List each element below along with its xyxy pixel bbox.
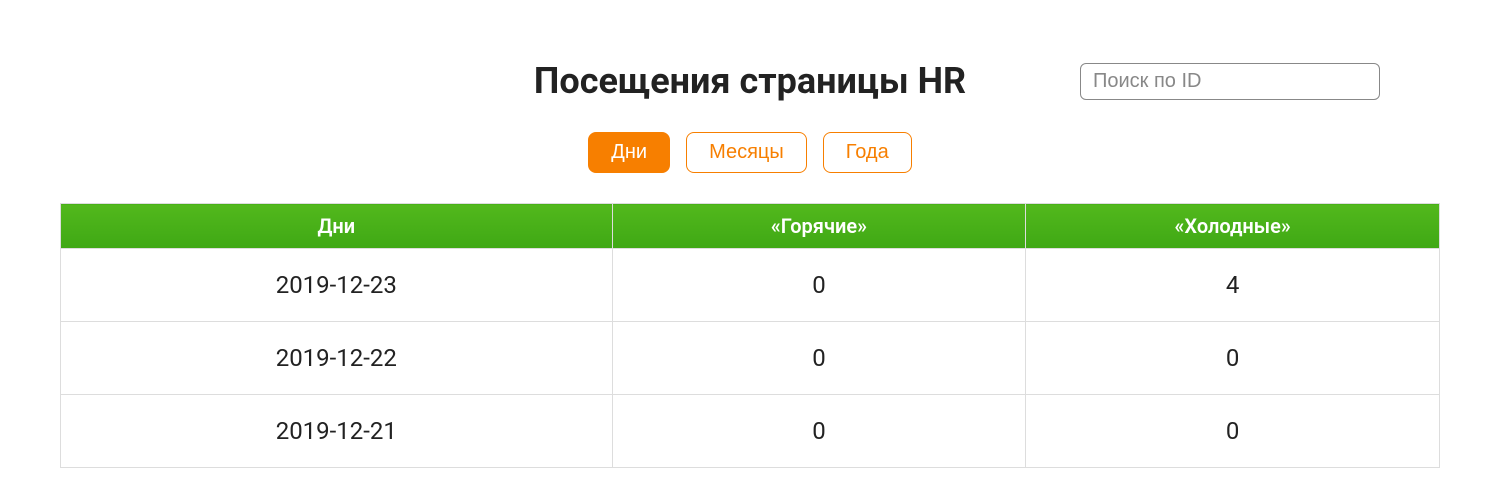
tab-years[interactable]: Года: [823, 132, 912, 173]
cell-hot: 0: [612, 322, 1026, 395]
period-tabs: Дни Месяцы Года: [60, 132, 1440, 173]
header-row: Посещения страницы HR: [60, 60, 1440, 102]
table-header-row: Дни «Горячие» «Холодные»: [61, 204, 1440, 249]
visits-table: Дни «Горячие» «Холодные» 2019-12-23 0 4 …: [60, 203, 1440, 468]
table-header-date: Дни: [61, 204, 613, 249]
cell-date: 2019-12-22: [61, 322, 613, 395]
table-header-cold: «Холодные»: [1026, 204, 1440, 249]
cell-hot: 0: [612, 249, 1026, 322]
table-header-hot: «Горячие»: [612, 204, 1026, 249]
cell-date: 2019-12-23: [61, 249, 613, 322]
cell-cold: 4: [1026, 249, 1440, 322]
tab-months[interactable]: Месяцы: [686, 132, 807, 173]
cell-cold: 0: [1026, 395, 1440, 468]
cell-cold: 0: [1026, 322, 1440, 395]
table-row: 2019-12-23 0 4: [61, 249, 1440, 322]
table-row: 2019-12-21 0 0: [61, 395, 1440, 468]
search-wrap: [1080, 63, 1380, 100]
tab-days[interactable]: Дни: [588, 132, 670, 173]
search-input[interactable]: [1080, 63, 1380, 100]
table-row: 2019-12-22 0 0: [61, 322, 1440, 395]
page-title: Посещения страницы HR: [534, 60, 966, 102]
cell-date: 2019-12-21: [61, 395, 613, 468]
cell-hot: 0: [612, 395, 1026, 468]
